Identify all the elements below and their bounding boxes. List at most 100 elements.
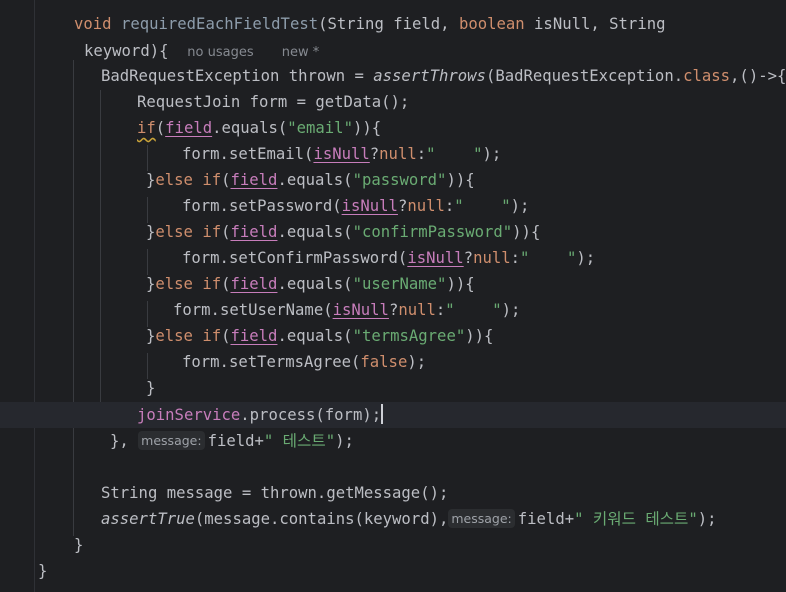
field-reference: isNull (341, 197, 398, 215)
code-text: )){ (446, 171, 475, 189)
code-text: BadRequestException thrown = (101, 67, 374, 85)
author-hint[interactable]: new * (282, 45, 320, 60)
code-line: form.setTermsAgree(false); (182, 349, 426, 375)
code-text: (form); (315, 406, 382, 424)
code-text: ? (463, 249, 474, 267)
code-line: joinService.process(form); (137, 402, 384, 428)
field-reference: field (230, 327, 278, 345)
string-literal: " " (445, 301, 502, 319)
keyword: false (360, 353, 408, 371)
code-text: form.setConfirmPassword( (182, 249, 408, 267)
field-reference: isNull (407, 249, 464, 267)
code-line: } (74, 532, 83, 558)
code-text: ? (388, 301, 399, 319)
code-text: field+ (207, 432, 264, 450)
code-line: form.setEmail(isNull?null:" "); (182, 141, 501, 167)
code-text: : (416, 145, 427, 163)
code-text: }, (110, 432, 129, 450)
keyword: else if (155, 171, 222, 189)
code-text: ); (510, 197, 530, 215)
code-text: (message.contains(keyword), (194, 510, 449, 528)
keyword: null (407, 197, 445, 215)
code-line: void requiredEachFieldTest(String field,… (74, 11, 665, 37)
code-text: : (510, 249, 521, 267)
code-text: ); (407, 353, 427, 371)
code-line: assertTrue(message.contains(keyword), mes… (101, 506, 717, 532)
string-literal: "password" (352, 171, 447, 189)
code-text: )){ (512, 223, 541, 241)
code-line: } (38, 558, 47, 584)
usages-hint[interactable]: no usages (187, 45, 253, 60)
code-line: String message = thrown.getMessage(); (101, 480, 448, 506)
code-text: : (444, 197, 455, 215)
field-reference: isNull (313, 145, 370, 163)
code-text: ? (369, 145, 380, 163)
indent-guide (100, 90, 101, 426)
code-text: ); (501, 301, 521, 319)
code-text: .equals( (277, 275, 353, 293)
text-caret (381, 404, 384, 424)
code-text: ( (221, 171, 231, 189)
code-line: }, message: field+" 테스트"); (110, 428, 354, 454)
code-text: (BadRequestException. (485, 67, 684, 85)
code-text: } (38, 562, 48, 580)
code-text: .equals( (277, 327, 353, 345)
field-reference: field (230, 275, 278, 293)
field-reference: field (230, 223, 278, 241)
string-literal: " " (454, 197, 511, 215)
keyword: else if (155, 327, 222, 345)
field-reference: field (230, 171, 278, 189)
code-text: form.setEmail( (182, 145, 314, 163)
code-line: }else if(field.equals("termsAgree")){ (146, 323, 493, 349)
parameter-inlay-hint[interactable]: message: (448, 509, 515, 528)
code-text: ); (335, 432, 354, 450)
caret-line-highlight (0, 402, 786, 428)
code-line: BadRequestException thrown = assertThrow… (101, 63, 786, 89)
code-text: ); (482, 145, 502, 163)
code-line: form.setUserName(isNull?null:" "); (173, 297, 520, 323)
indent-guide (73, 60, 74, 536)
string-literal: " 키워드 테스트" (574, 510, 698, 528)
code-text: : (435, 301, 446, 319)
keyword: void (74, 15, 112, 33)
code-text: ( (221, 275, 231, 293)
keyword: if (137, 119, 156, 137)
code-text: form.setTermsAgree( (182, 353, 361, 371)
string-literal: "userName" (352, 275, 447, 293)
code-text: .equals( (277, 171, 353, 189)
method-name: requiredEachFieldTest (120, 15, 319, 33)
code-line: form.setPassword(isNull?null:" "); (182, 193, 529, 219)
code-text: } (146, 171, 156, 189)
parameter-inlay-hint[interactable]: message: (138, 431, 205, 450)
code-text: .equals( (277, 223, 353, 241)
string-literal: "email" (287, 119, 353, 137)
keyword: boolean (458, 15, 525, 33)
code-line: form.setConfirmPassword(isNull?null:" ")… (182, 245, 595, 271)
editor-gutter-border (34, 0, 35, 592)
code-line: } (146, 375, 155, 401)
code-text: (String field, (318, 15, 459, 33)
code-text: form.setPassword( (182, 197, 342, 215)
code-text: } (146, 379, 156, 397)
field-reference: joinService (137, 406, 241, 424)
static-method: assertTrue (101, 510, 195, 528)
code-text: )){ (352, 119, 382, 137)
code-text: process (249, 406, 316, 424)
code-text: ,()->{ (730, 67, 786, 85)
code-text: keyword){ (84, 42, 169, 60)
string-literal: "confirmPassword" (352, 223, 513, 241)
keyword: class (683, 67, 731, 85)
keyword: null (473, 249, 511, 267)
code-text: . (240, 406, 250, 424)
string-literal: " " (520, 249, 577, 267)
code-text: } (74, 536, 84, 554)
code-line: }else if(field.equals("userName")){ (146, 271, 475, 297)
string-literal: " 테스트" (263, 432, 336, 450)
code-text: )){ (446, 275, 475, 293)
code-text: isNull, String (524, 15, 666, 33)
code-text: form.setUserName( (173, 301, 333, 319)
code-line: }else if(field.equals("confirmPassword")… (146, 219, 540, 245)
static-method: assertThrows (373, 67, 486, 85)
keyword: null (379, 145, 417, 163)
keyword: else if (155, 223, 222, 241)
